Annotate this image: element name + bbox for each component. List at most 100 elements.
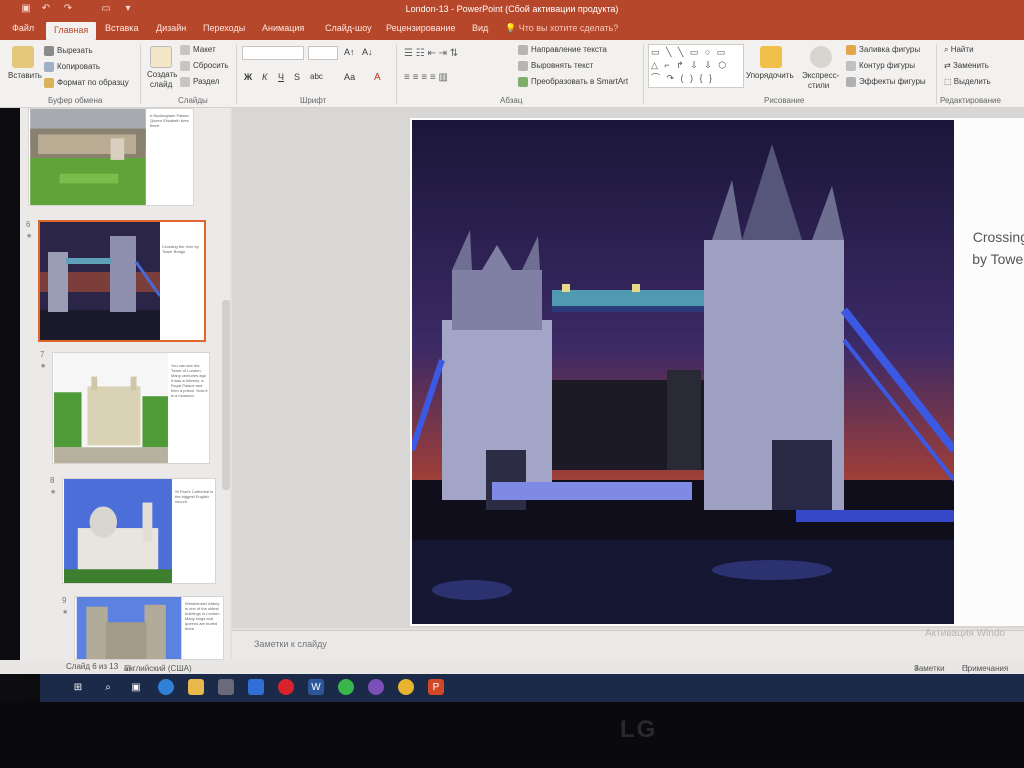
current-slide[interactable]: Crossing by Tower (410, 118, 1024, 626)
shape-outline-button[interactable]: Контур фигуры (846, 61, 915, 71)
buckingham-thumbnail-image (30, 109, 146, 205)
edge-icon[interactable] (158, 679, 174, 695)
slide-thumbnail-5[interactable]: e Buckingham Palace, Queen Elizabeth liv… (28, 108, 194, 206)
shape-fill-label: Заливка фигуры (859, 45, 921, 55)
viber-icon[interactable] (368, 679, 384, 695)
reset-button[interactable]: Сбросить (180, 61, 229, 71)
tab-home[interactable]: Главная (46, 22, 97, 40)
arrange-button[interactable]: Упорядочить (746, 71, 794, 80)
layout-icon (180, 45, 190, 55)
activation-watermark: Активация Windo (925, 628, 1005, 639)
quick-styles-label-2[interactable]: стили (808, 81, 829, 90)
window-title: London-13 - PowerPoint (Сбой активации п… (405, 4, 619, 14)
arrange-icon[interactable] (760, 46, 782, 68)
tower-of-london-thumbnail-image (54, 353, 168, 463)
status-bar: Слайд 6 из 13 ☑ английский (США) ≡ Замет… (0, 660, 1024, 674)
tab-insert[interactable]: Вставка (105, 23, 138, 33)
quick-styles-icon[interactable] (810, 46, 832, 68)
shapes-gallery[interactable]: ▭ ╲ ╲ ▭ ○ ▭ △ ⌐ ↱ ⇩ ⇩ ⬡ ⌒ ↷ ( ) { } (648, 44, 744, 88)
powerpoint-icon[interactable]: P (428, 679, 444, 695)
language-label: английский (США) (124, 664, 192, 673)
align-icons[interactable]: ≡ ≡ ≡ ≡ ▥ (404, 72, 448, 83)
file-explorer-icon[interactable] (188, 679, 204, 695)
slide-thumbnail-7[interactable]: You can see the Tower of London. Many ce… (52, 352, 210, 464)
word-icon[interactable]: W (308, 679, 324, 695)
notes-pane[interactable]: Заметки к слайду (232, 630, 1024, 660)
align-text-button[interactable]: Выровнять текст (518, 61, 593, 71)
italic-button[interactable]: К (262, 72, 267, 82)
thumbnail-panel[interactable]: e Buckingham Palace, Queen Elizabeth liv… (20, 108, 230, 664)
thumbnail-caption: Westminster Abbey is one of the oldest b… (185, 601, 221, 631)
caption-line-1: Crossing (972, 229, 1024, 245)
opera-icon[interactable] (278, 679, 294, 695)
quick-styles-label-1[interactable]: Экспресс- (802, 71, 839, 80)
text-direction-button[interactable]: Направление текста (518, 45, 607, 55)
shape-effects-button[interactable]: Эффекты фигуры (846, 77, 926, 87)
tell-me-box[interactable]: 💡 Что вы хотите сделать? (505, 23, 618, 34)
drawing-group-label: Рисование (764, 96, 805, 105)
separator (936, 44, 937, 104)
change-case-button[interactable]: Аа (344, 72, 355, 82)
font-color-button[interactable]: А (374, 72, 381, 83)
replace-label: Заменить (952, 61, 989, 70)
format-painter-button[interactable]: Формат по образцу (44, 78, 129, 88)
mail-icon[interactable] (248, 679, 264, 695)
bullets-icon[interactable]: ☰ ☷ ⇤ ⇥ ⇅ (404, 48, 458, 59)
chrome-icon[interactable] (398, 679, 414, 695)
cut-button[interactable]: Вырезать (44, 46, 93, 56)
text-direction-label: Направление текста (531, 45, 607, 55)
copy-label: Копировать (57, 62, 101, 72)
find-button[interactable]: ⌕ Найти (944, 45, 974, 55)
tab-animation[interactable]: Анимация (262, 23, 304, 33)
layout-button[interactable]: Макет (180, 45, 216, 55)
new-slide-icon[interactable] (150, 46, 172, 68)
grow-font-icon[interactable]: A↑ (344, 47, 355, 57)
tell-me-label: Что вы хотите сделать? (518, 23, 619, 33)
select-button[interactable]: ⬚ Выделить (944, 77, 991, 86)
shrink-font-icon[interactable]: A↓ (362, 47, 373, 57)
lg-logo: LG (620, 716, 658, 743)
bold-button[interactable]: Ж (244, 72, 252, 82)
copy-button[interactable]: Копировать (44, 62, 100, 72)
search-icon[interactable]: ⌕ (100, 679, 116, 695)
store-icon[interactable] (218, 679, 234, 695)
task-view-icon[interactable]: ▣ (128, 679, 144, 695)
slide-count: Слайд 6 из 13 (66, 662, 119, 671)
animation-star-icon: ★ (62, 609, 69, 616)
separator (643, 44, 644, 104)
separator (236, 44, 237, 104)
shadow-button[interactable]: S (294, 72, 300, 82)
slide-caption[interactable]: Crossing by Tower (958, 226, 1024, 270)
reset-icon (180, 61, 190, 71)
section-button[interactable]: Раздел (180, 77, 219, 87)
slide-thumbnail-9[interactable]: Westminster Abbey is one of the oldest b… (74, 596, 224, 660)
tab-view[interactable]: Вид (472, 23, 488, 33)
slide-thumbnail-6[interactable]: Crossing the river by Tower Bridge (38, 220, 206, 342)
select-icon: ⬚ (944, 77, 954, 86)
tab-transitions[interactable]: Переходы (203, 23, 245, 33)
font-name-combo[interactable] (242, 46, 304, 60)
paste-button[interactable]: Вставить (8, 71, 42, 80)
whatsapp-icon[interactable] (338, 679, 354, 695)
new-slide-label-1[interactable]: Создать (147, 70, 177, 79)
westminster-thumbnail-image (76, 597, 182, 659)
notes-toggle-label: Заметки (914, 664, 945, 673)
tab-review[interactable]: Рецензирование (386, 23, 456, 33)
font-size-combo[interactable] (308, 46, 338, 60)
slide-thumbnail-8[interactable]: St Paul's Cathedral is the biggest Engli… (62, 478, 216, 584)
text-direction-icon (518, 45, 528, 55)
tab-slideshow[interactable]: Слайд-шоу (325, 23, 372, 33)
smartart-button[interactable]: Преобразовать в SmartArt (518, 77, 628, 87)
paste-icon[interactable] (12, 46, 34, 68)
thumbnail-scrollbar[interactable] (222, 300, 230, 490)
underline-button[interactable]: Ч (278, 72, 284, 82)
shape-fill-button[interactable]: Заливка фигуры (846, 45, 920, 55)
align-text-label: Выровнять текст (531, 61, 594, 71)
new-slide-label-2[interactable]: слайд (150, 80, 172, 89)
tab-file[interactable]: Файл (12, 23, 34, 33)
replace-button[interactable]: ⇄ Заменить (944, 61, 989, 70)
windows-icon[interactable]: ⊞ (70, 679, 86, 695)
tower-bridge-photo[interactable] (412, 120, 954, 624)
strikethrough-button[interactable]: abc (310, 72, 323, 81)
tab-design[interactable]: Дизайн (156, 23, 186, 33)
